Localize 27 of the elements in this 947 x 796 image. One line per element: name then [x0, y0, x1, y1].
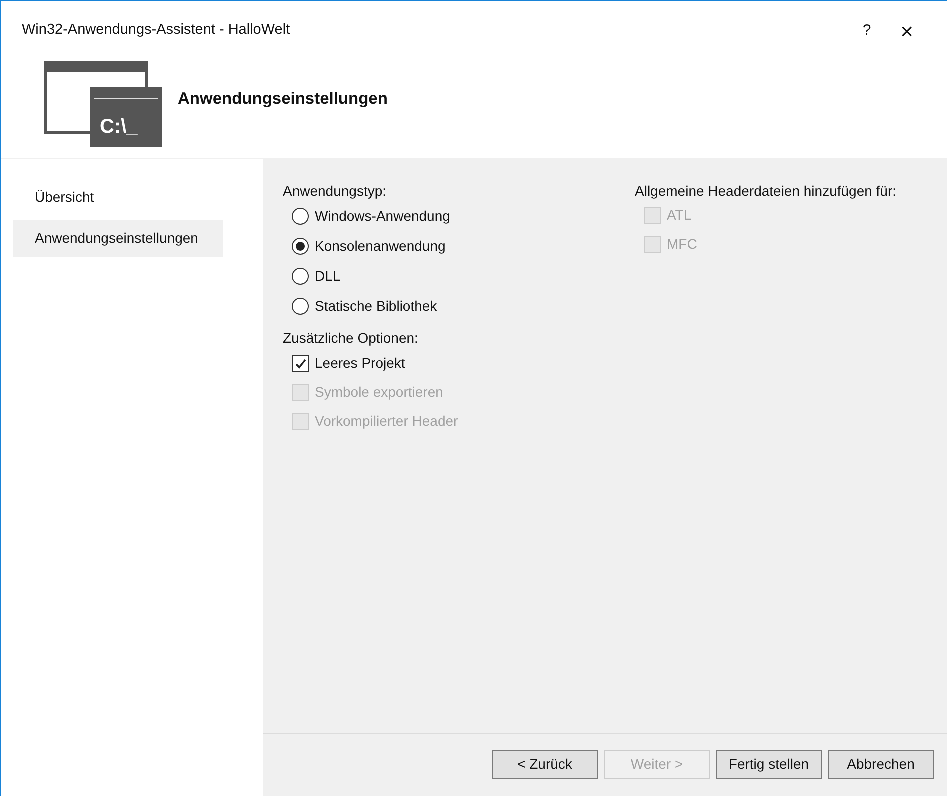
dialog-button[interactable]: Fertig stellen: [716, 750, 822, 778]
radio-button[interactable]: [292, 298, 309, 314]
group-label: Anwendungstyp:: [283, 182, 388, 201]
checkbox[interactable]: [292, 355, 309, 372]
radio-label: Konsolenanwendung: [315, 236, 446, 256]
group-label: Allgemeine Headerdateien hinzufügen für:: [635, 182, 897, 201]
radio-label: Windows-Anwendung: [315, 206, 450, 226]
dialog-button[interactable]: < Zurück: [492, 750, 598, 778]
sidebar-item[interactable]: Anwendungseinstellungen: [13, 220, 223, 257]
checkbox-label: ATL: [667, 206, 692, 225]
radio-label: Statische Bibliothek: [315, 296, 438, 316]
sidebar-item[interactable]: Übersicht: [13, 179, 223, 216]
checkbox-label: Symbole exportieren: [315, 383, 444, 402]
page-heading: Anwendungseinstellungen: [178, 89, 388, 110]
checkbox-label: MFC: [667, 235, 698, 254]
checkmark-icon: [294, 358, 306, 370]
radio-button[interactable]: [292, 268, 309, 284]
help-button[interactable]: ?: [847, 20, 887, 42]
radio-button[interactable]: [292, 208, 309, 224]
checkbox-label: Leeres Projekt: [315, 354, 406, 373]
window-title: Win32-Anwendungs-Assistent - HalloWelt: [22, 21, 292, 40]
checkbox-label: Vorkompilierter Header: [315, 412, 458, 431]
close-button[interactable]: ×: [887, 14, 927, 48]
radio-button[interactable]: [292, 238, 309, 254]
radio-label: DLL: [315, 266, 341, 286]
group-label: Zusätzliche Optionen:: [283, 329, 420, 348]
dialog-button[interactable]: Abbrechen: [828, 750, 934, 778]
